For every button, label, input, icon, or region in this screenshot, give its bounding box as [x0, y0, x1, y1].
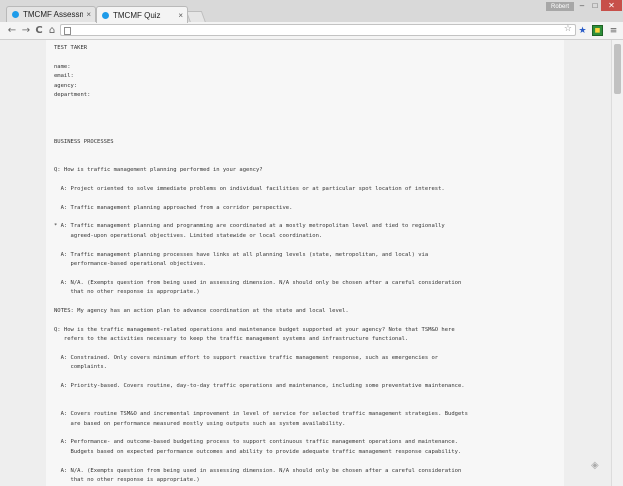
document-line: A: Traffic management planning processes… — [54, 251, 429, 258]
document-line: that no other response is appropriate.) — [54, 476, 200, 483]
vertical-scrollbar[interactable] — [611, 40, 623, 486]
document-line: performance-based operational objectives… — [54, 260, 207, 267]
browser-toolbar: ← → C ⌂ ☆ ★ ■ ≡ — [0, 22, 623, 40]
tab-label: TMCMF Assessment — [23, 10, 84, 19]
document-line: Q: How is traffic management planning pe… — [54, 167, 263, 174]
document-line: department: — [54, 91, 91, 98]
address-input[interactable] — [73, 25, 553, 35]
bookmark-star-icon[interactable]: ☆ — [564, 24, 572, 34]
home-icon[interactable]: ⌂ — [46, 24, 58, 36]
scrollbar-thumb[interactable] — [614, 44, 621, 94]
document-line: A: Traffic management planning approache… — [54, 204, 293, 211]
title-bar: TMCMF Assessment × TMCMF Quiz × Robert –… — [0, 0, 623, 23]
document-line: A: N/A. (Exempts question from being use… — [54, 467, 462, 474]
tab-tmcmf-quiz[interactable]: TMCMF Quiz × — [96, 6, 188, 23]
document-line: Q: How is the traffic management-related… — [54, 326, 455, 333]
tab-label: TMCMF Quiz — [113, 10, 161, 20]
globe-favicon-icon — [102, 11, 109, 19]
document-line: Budgets based on expected performance ou… — [54, 448, 462, 455]
user-profile-badge[interactable]: Robert — [546, 2, 574, 11]
bookmarks-extension-icon[interactable]: ★ — [577, 25, 588, 36]
document-line: TEST TAKER — [54, 45, 88, 51]
document-line: A: Covers routine TSM&O and incremental … — [54, 411, 468, 418]
document-line: A: Performance- and outcome-based budget… — [54, 439, 458, 446]
forward-arrow-icon[interactable]: → — [20, 24, 32, 36]
page-icon — [64, 27, 71, 35]
document-line: A: Project oriented to solve immediate p… — [54, 185, 445, 192]
back-arrow-icon[interactable]: ← — [6, 24, 18, 36]
document-line: BUSINESS PROCESSES — [54, 138, 114, 145]
document-line: agency: — [54, 82, 78, 89]
document-line: refers to the activities necessary to ke… — [54, 336, 409, 343]
page-viewport: TEST TAKER name: email: agency: department: B… — [0, 40, 611, 486]
close-window-button[interactable]: ✕ — [601, 0, 622, 11]
address-bar[interactable]: ☆ — [60, 24, 576, 36]
globe-favicon-icon — [12, 11, 19, 18]
tab-close-icon[interactable]: × — [178, 11, 183, 20]
document-line: are based on performance measured mostly… — [54, 420, 346, 427]
document-line: A: N/A. (Exempts question from being use… — [54, 279, 462, 286]
reload-icon[interactable]: C — [33, 24, 45, 36]
menu-icon[interactable]: ≡ — [608, 25, 619, 36]
document-line: email: — [54, 73, 74, 80]
extension-icon[interactable]: ■ — [592, 25, 603, 36]
document-line: name: — [54, 63, 71, 70]
document-line: A: Priority-based. Covers routine, day-t… — [54, 383, 465, 390]
page-action-icon[interactable]: ◈ — [591, 460, 603, 471]
document-line: complaints. — [54, 364, 107, 371]
tab-tmcmf-assessment[interactable]: TMCMF Assessment × — [6, 6, 96, 22]
minimize-button[interactable]: – — [575, 0, 589, 11]
document-line: * A: Traffic management planning and pro… — [54, 223, 445, 230]
document-line: NOTES: My agency has an action plan to a… — [54, 307, 349, 314]
tab-close-icon[interactable]: × — [86, 10, 91, 19]
document-line: that no other response is appropriate.) — [54, 289, 200, 296]
maximize-button[interactable]: □ — [589, 0, 601, 11]
quiz-document: TEST TAKER name: email: agency: department: B… — [46, 40, 564, 486]
document-line: A: Constrained. Only covers minimum effo… — [54, 354, 439, 361]
document-line: agreed-upon operational objectives. Limi… — [54, 232, 323, 239]
